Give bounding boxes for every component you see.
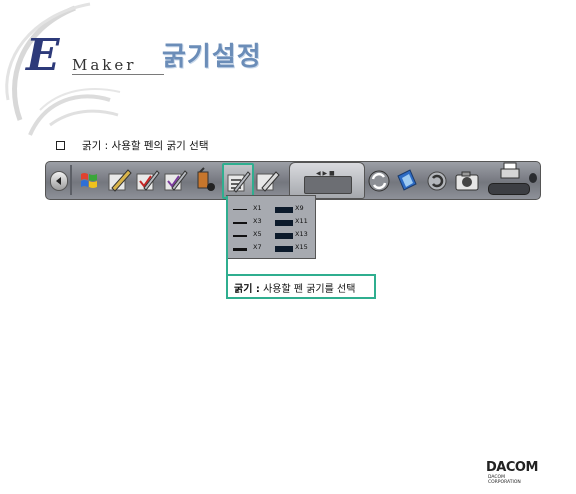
brand-underline <box>72 74 164 75</box>
dacom-logo-subtext: DACOM CORPORATION <box>488 475 521 485</box>
line-sample <box>233 222 247 224</box>
thickness-option-x13[interactable]: X13 <box>273 230 311 243</box>
control-panel[interactable]: ◀ ▶ ■ <box>289 162 365 199</box>
back-arrow-icon[interactable] <box>50 171 68 191</box>
thickness-option-x1[interactable]: X1 <box>231 204 269 217</box>
dacom-logo-text: DACOM <box>486 460 538 475</box>
eraser-icon[interactable] <box>254 166 280 194</box>
display-screen <box>304 176 352 194</box>
pen-icon[interactable] <box>106 166 132 194</box>
line-sample <box>275 220 293 226</box>
undo-icon[interactable] <box>424 166 450 194</box>
thickness-option-x7[interactable]: X7 <box>231 243 269 256</box>
line-sample <box>275 246 293 252</box>
callout-bold: 굵기 : <box>234 284 260 295</box>
line-sample <box>275 207 293 213</box>
brand-logo-e: E <box>26 30 60 81</box>
screen-capture-icon[interactable] <box>394 166 420 194</box>
line-sample <box>233 248 247 251</box>
callout-rest: 사용할 펜 굵기를 선택 <box>259 284 356 295</box>
option-label: X11 <box>295 217 308 225</box>
brand-logo-maker: Maker <box>72 56 137 74</box>
slider-tray[interactable] <box>488 183 530 195</box>
line-sample <box>275 233 293 239</box>
paint-bucket-icon[interactable] <box>192 166 218 194</box>
thickness-option-x3[interactable]: X3 <box>231 217 269 230</box>
dacom-logo: DACOM DACOM CORPORATION <box>486 456 576 494</box>
thickness-option-x11[interactable]: X11 <box>273 217 311 230</box>
thickness-menu: X1 X3 X5 X7 X9 X11 X13 X15 <box>226 195 316 259</box>
option-label: X15 <box>295 243 308 251</box>
thickness-button[interactable] <box>222 163 254 199</box>
option-label: X5 <box>253 230 262 238</box>
power-icon[interactable] <box>528 172 538 184</box>
toolbar-separator <box>70 165 72 195</box>
page-title: 굵기설정 <box>162 42 262 72</box>
option-label: X1 <box>253 204 262 212</box>
windows-flag-icon[interactable] <box>76 166 102 194</box>
refresh-icon[interactable] <box>366 166 392 194</box>
option-label: X3 <box>253 217 262 225</box>
option-label: X13 <box>295 230 308 238</box>
callout-text: 굵기 : 사용할 펜 굵기를 선택 <box>234 280 355 295</box>
bullet-description: 굵기 : 사용할 펜의 굵기 선택 <box>82 140 209 152</box>
thickness-option-x5[interactable]: X5 <box>231 230 269 243</box>
bullet-square-icon <box>56 141 65 150</box>
camera-icon[interactable] <box>454 166 480 194</box>
line-sample <box>233 209 247 210</box>
line-sample <box>233 235 247 237</box>
thickness-option-x15[interactable]: X15 <box>273 243 311 256</box>
pen-check-icon[interactable] <box>134 166 160 194</box>
option-label: X7 <box>253 243 262 251</box>
pen-check2-icon[interactable] <box>162 166 188 194</box>
thickness-option-x9[interactable]: X9 <box>273 204 311 217</box>
option-label: X9 <box>295 204 304 212</box>
